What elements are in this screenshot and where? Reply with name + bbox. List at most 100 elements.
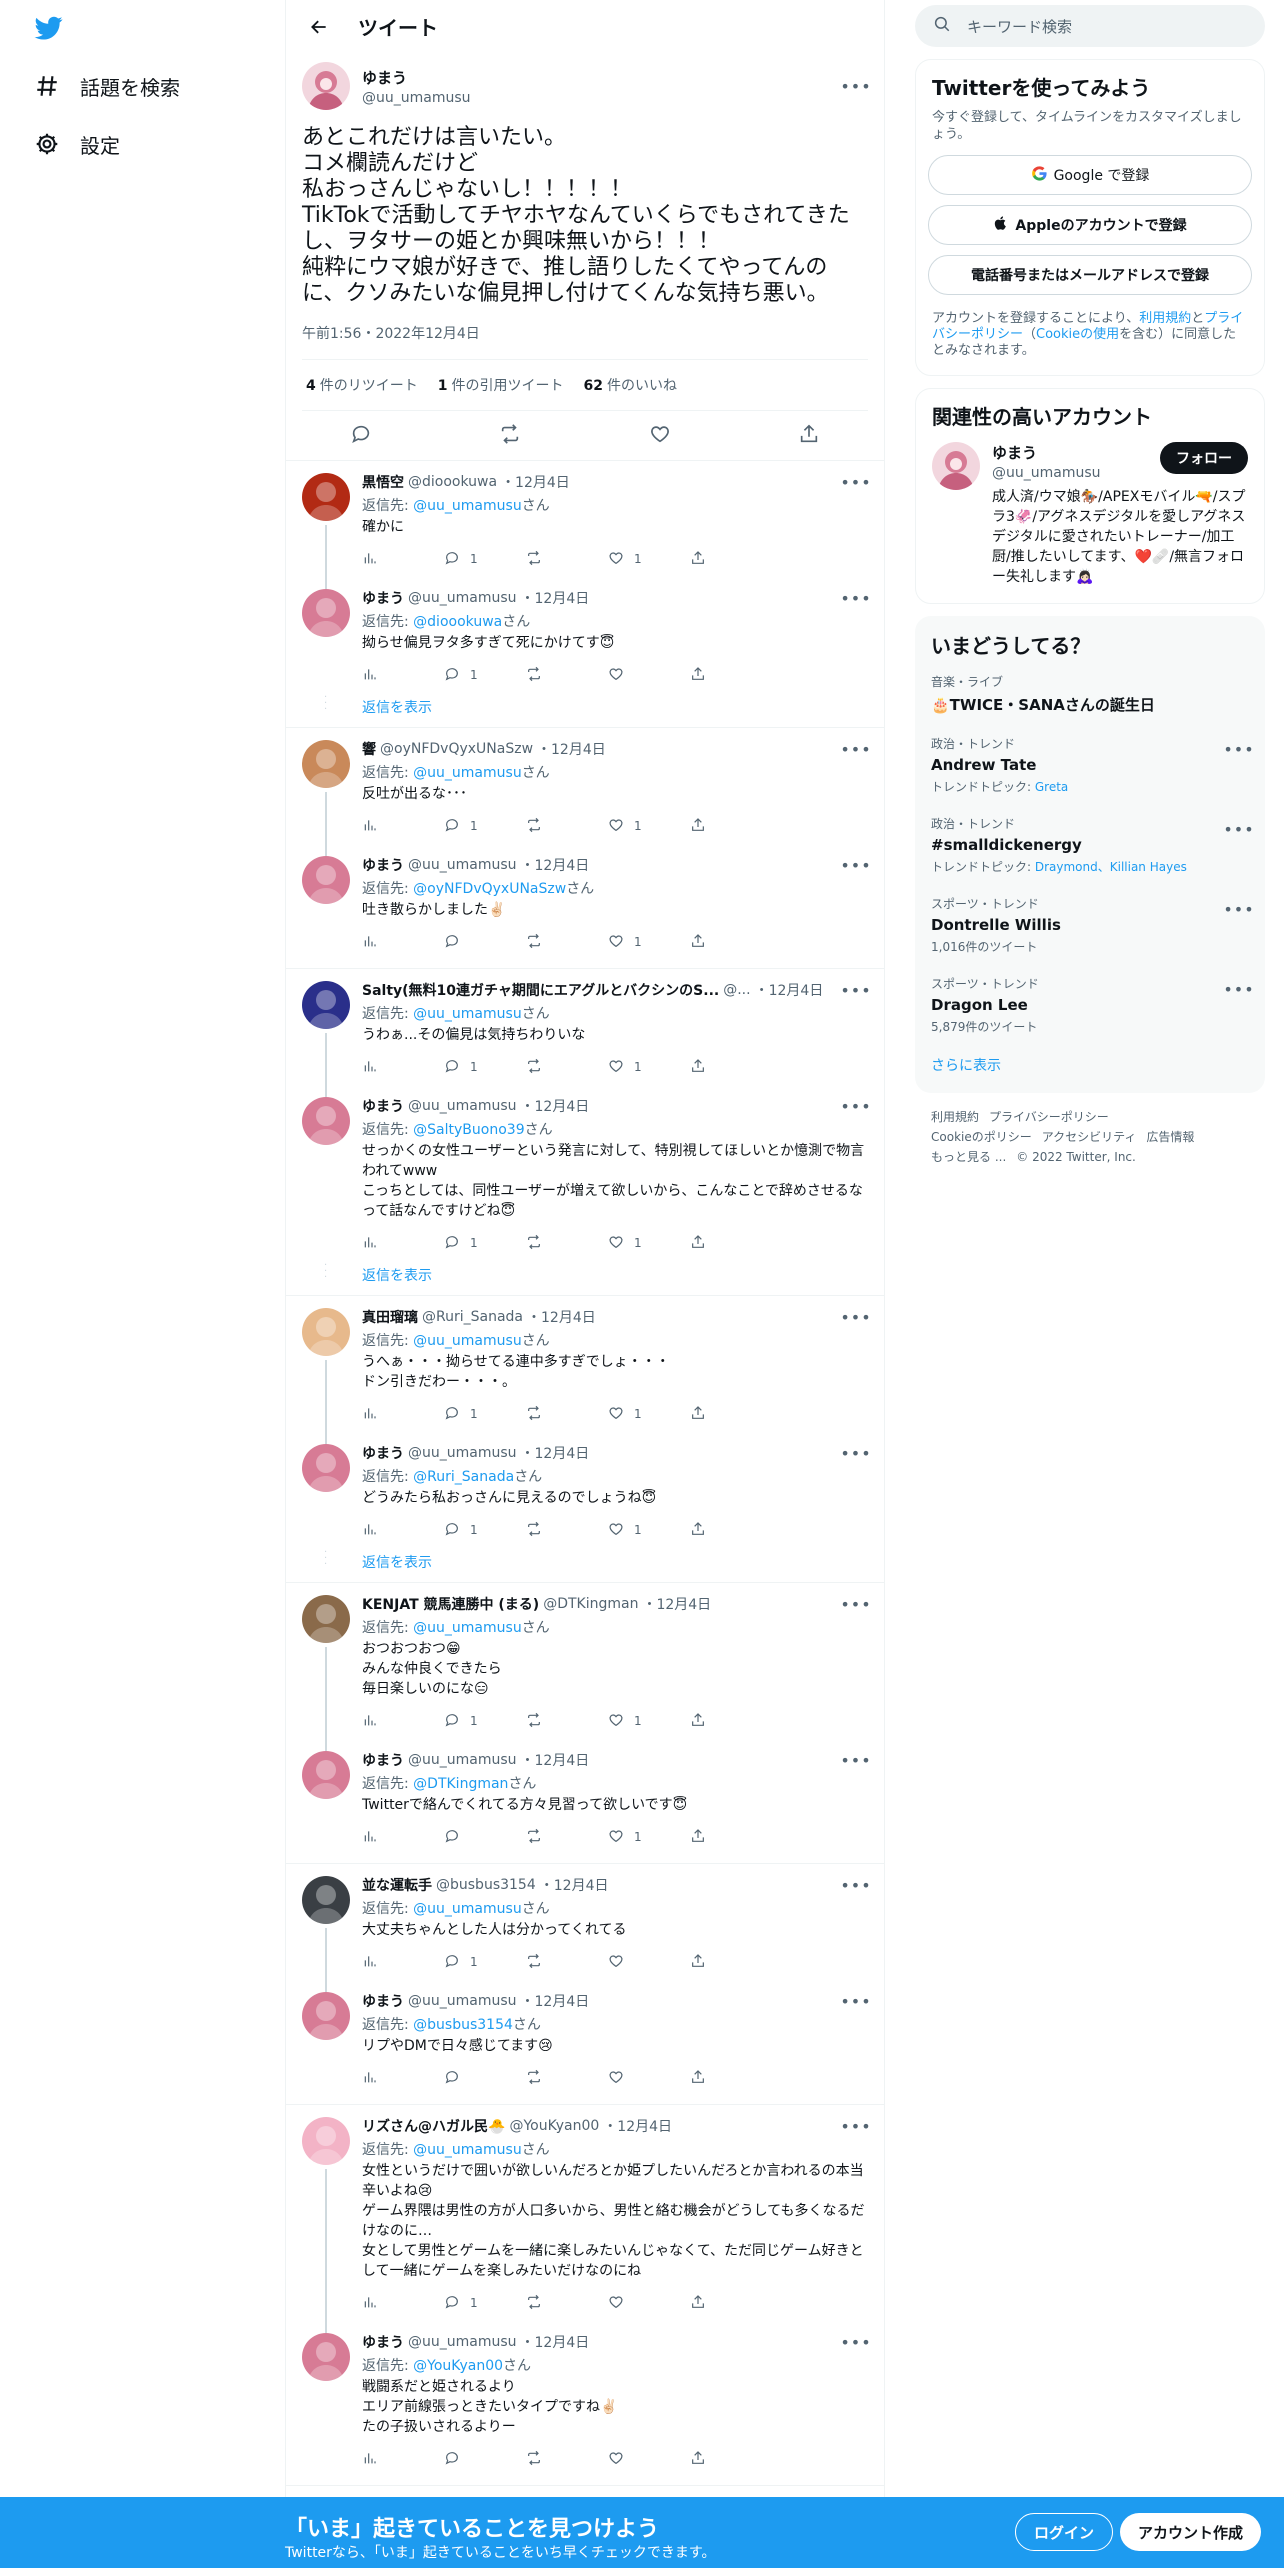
share-icon[interactable] [798,423,820,449]
reply-display-name[interactable]: KENJAT 競馬連勝中 (まる) [362,1594,539,1614]
analytics-button[interactable] [362,1405,444,1424]
search-input[interactable]: キーワード検索 [967,16,1072,37]
trend-item[interactable]: 政治・トレンド Andrew Tate トレンドトピック: Greta ••• [915,725,1265,805]
retweet-button[interactable] [526,2294,608,2313]
avatar[interactable] [302,1444,350,1492]
reply-date[interactable]: ・12月4日 [642,1594,711,1614]
like-button[interactable]: 1 [608,1405,690,1424]
reply-display-name[interactable]: ゆまう [362,2332,404,2352]
reply-tweet[interactable]: 響 @oyNFDvQyxUNaSzw ・12月4日 ••• 返信先: @uu_u… [286,728,884,856]
trend-item[interactable]: スポーツ・トレンド Dragon Lee 5,879件のツイート ••• [915,965,1265,1045]
likes-stat[interactable]: 62 件のいいね [584,375,677,395]
reply-mention[interactable]: @uu_umamusu [413,765,522,781]
like-button[interactable]: 1 [608,1712,690,1731]
reply-date[interactable]: ・12月4日 [603,2116,672,2136]
reply-tweet[interactable]: ゆまう @uu_umamusu ・12月4日 ••• 返信先: @DTKingm… [286,1739,884,1855]
reply-tweet[interactable]: ゆまう @uu_umamusu ・12月4日 ••• 返信先: @SaltyBu… [286,1085,884,1261]
more-icon[interactable]: ••• [840,737,870,761]
reply-display-name[interactable]: 黒悟空 [362,472,404,492]
analytics-button[interactable] [362,550,444,569]
analytics-button[interactable] [362,2450,444,2469]
analytics-button[interactable] [362,1234,444,1253]
like-button[interactable]: 1 [608,817,690,836]
reply-handle[interactable]: @YouKyan00 [509,2118,599,2134]
share-button[interactable] [690,1058,772,1077]
like-button[interactable] [608,1953,690,1972]
analytics-button[interactable] [362,1521,444,1540]
more-icon[interactable]: ••• [1223,817,1253,841]
like-button[interactable]: 1 [608,1058,690,1077]
reply-handle[interactable]: @... [723,982,750,998]
back-arrow-icon[interactable] [302,10,336,44]
reply-display-name[interactable]: 並な運転手 [362,1875,432,1895]
reply-display-name[interactable]: 響 [362,739,376,759]
reply-button[interactable]: 1 [444,666,526,685]
more-icon[interactable]: ••• [840,1873,870,1897]
reply-button[interactable]: 1 [444,1712,526,1731]
reply-date[interactable]: ・12月4日 [521,2332,590,2352]
reply-mention[interactable]: @YouKyan00 [413,2358,503,2374]
reply-icon[interactable] [350,423,372,449]
avatar[interactable] [302,1751,350,1799]
retweet-button[interactable] [526,817,608,836]
reply-date[interactable]: ・12月4日 [540,1875,609,1895]
reply-handle[interactable]: @oyNFDvQyxUNaSzw [380,741,533,757]
trend-item[interactable]: スポーツ・トレンド Dontrelle Willis 1,016件のツイート •… [915,885,1265,965]
reply-date[interactable]: ・12月4日 [521,1750,590,1770]
reply-handle[interactable]: @DTKingman [543,1596,638,1612]
retweet-button[interactable] [526,1234,608,1253]
reply-mention[interactable]: @dioookuwa [413,614,502,630]
nav-explore[interactable]: 話題を検索 [32,66,180,106]
reply-handle[interactable]: @uu_umamusu [408,1993,517,2009]
reply-mention[interactable]: @uu_umamusu [413,498,522,514]
reply-date[interactable]: ・12月4日 [521,1991,590,2011]
search-box[interactable]: キーワード検索 [915,5,1265,47]
avatar[interactable] [302,740,350,788]
retweet-button[interactable] [526,933,608,952]
share-button[interactable] [690,2450,772,2469]
share-button[interactable] [690,817,772,836]
like-icon[interactable] [649,423,671,449]
avatar[interactable] [302,2117,350,2165]
reply-handle[interactable]: @Ruri_Sanada [422,1309,523,1325]
reply-handle[interactable]: @uu_umamusu [408,1445,517,1461]
retweet-button[interactable] [526,666,608,685]
share-button[interactable] [690,1712,772,1731]
avatar[interactable] [302,2333,350,2381]
trend-topic-link[interactable]: Draymond、Killian Hayes [1035,860,1187,874]
analytics-button[interactable] [362,817,444,836]
avatar[interactable] [302,1595,350,1643]
share-button[interactable] [690,550,772,569]
retweet-button[interactable] [526,1521,608,1540]
more-icon[interactable]: ••• [840,1989,870,2013]
more-icon[interactable]: ••• [840,586,870,610]
share-button[interactable] [690,2294,772,2313]
trend-topic-link[interactable]: Greta [1035,780,1068,794]
reply-button[interactable] [444,2069,526,2088]
reply-tweet[interactable]: 黒悟空 @dioookuwa ・12月4日 ••• 返信先: @uu_umamu… [286,461,884,589]
analytics-button[interactable] [362,1828,444,1847]
avatar[interactable] [302,473,350,521]
analytics-button[interactable] [362,1058,444,1077]
footer-cookie[interactable]: Cookieのポリシー [931,1130,1032,1144]
avatar[interactable] [302,1992,350,2040]
like-button[interactable] [608,2450,690,2469]
avatar[interactable] [932,442,980,490]
reply-date[interactable]: ・12月4日 [755,980,824,1000]
google-signup-button[interactable]: Google で登録 [928,155,1252,195]
reply-button[interactable]: 1 [444,1058,526,1077]
reply-handle[interactable]: @uu_umamusu [408,1752,517,1768]
share-button[interactable] [690,1234,772,1253]
reply-date[interactable]: ・12月4日 [521,588,590,608]
reply-tweet[interactable]: ゆまう @uu_umamusu ・12月4日 ••• 返信先: @busbus3… [286,1980,884,2096]
avatar[interactable] [302,1876,350,1924]
reply-button[interactable] [444,933,526,952]
cookie-link[interactable]: Cookieの使用 [1036,327,1119,342]
reply-handle[interactable]: @uu_umamusu [408,2334,517,2350]
share-button[interactable] [690,1405,772,1424]
analytics-button[interactable] [362,1712,444,1731]
reply-handle[interactable]: @uu_umamusu [408,590,517,606]
like-button[interactable]: 1 [608,550,690,569]
phone-email-signup-button[interactable]: 電話番号またはメールアドレスで登録 [928,255,1252,295]
more-icon[interactable]: ••• [840,978,870,1002]
